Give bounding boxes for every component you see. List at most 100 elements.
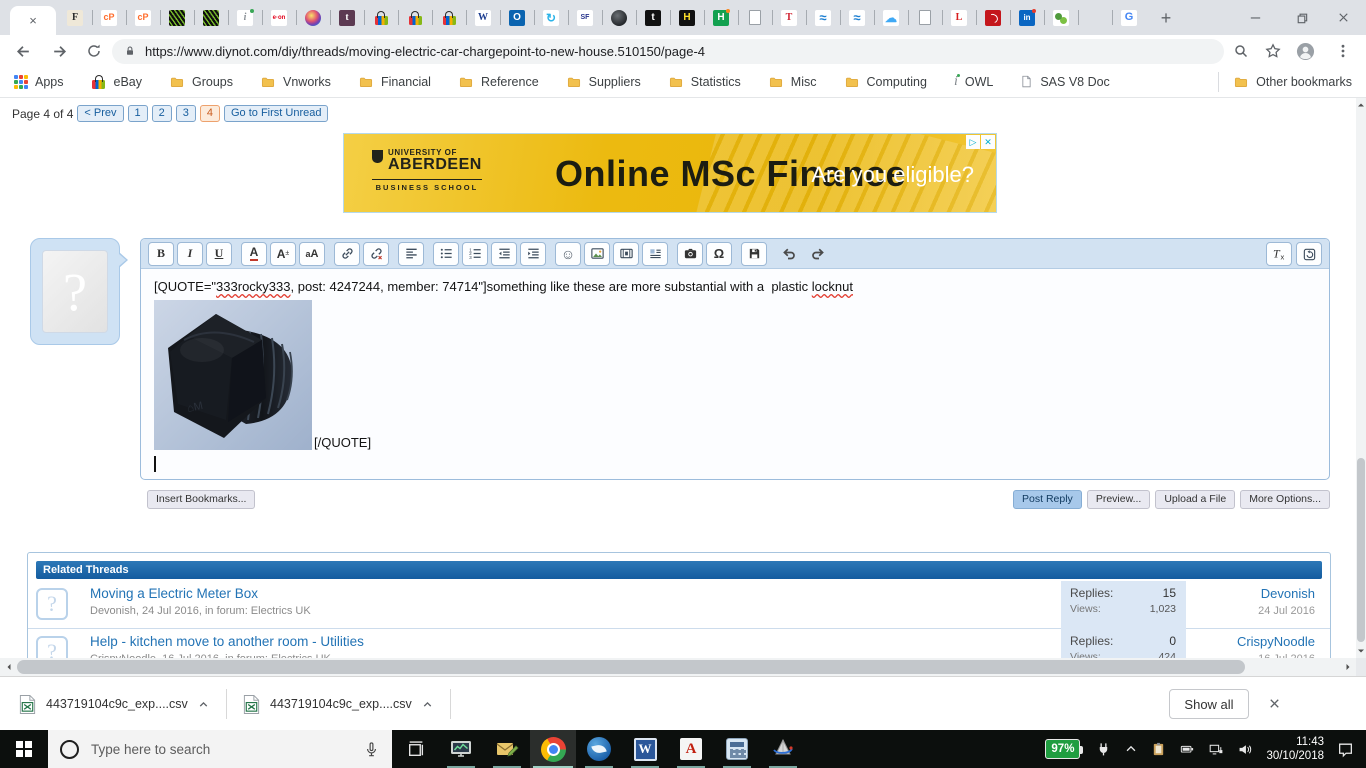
bookmark-apps[interactable]: Apps	[14, 75, 64, 89]
unordered-list-button[interactable]	[433, 242, 459, 266]
tab-linkedin[interactable]: in	[1010, 0, 1044, 35]
bookmark-statistics[interactable]: Statistics	[668, 75, 741, 89]
upload-a-file-button[interactable]: Upload a File	[1155, 490, 1235, 509]
power-plug-icon[interactable]	[1096, 742, 1111, 757]
bookmark-reference[interactable]: Reference	[458, 75, 539, 89]
insert-bookmarks-button[interactable]: Insert Bookmarks...	[147, 490, 255, 509]
scroll-down-arrow[interactable]	[1356, 644, 1366, 658]
undo-button[interactable]	[776, 242, 802, 266]
downloads-close-button[interactable]	[1267, 696, 1282, 711]
outdent-button[interactable]	[491, 242, 517, 266]
tab-cpanel-2[interactable]: cP	[126, 0, 160, 35]
tab-h-green[interactable]: H	[704, 0, 738, 35]
page-4-button-current[interactable]: 4	[200, 105, 220, 122]
tab-blue-waves-1[interactable]: ≈	[806, 0, 840, 35]
bookmark-financial[interactable]: Financial	[358, 75, 431, 89]
tab-sf-site[interactable]: SF	[568, 0, 602, 35]
bookmark-owl[interactable]: iOWL	[954, 74, 993, 90]
thread-title-link[interactable]: Moving a Electric Meter Box	[90, 586, 258, 601]
tab-h-yellow[interactable]: H	[670, 0, 704, 35]
redo-button[interactable]	[805, 242, 831, 266]
tab-serif-f-site[interactable]: F	[58, 0, 92, 35]
zoom-button[interactable]	[1230, 40, 1252, 62]
tab-cpanel-1[interactable]: cP	[92, 0, 126, 35]
related-thread-row[interactable]: ?Moving a Electric Meter BoxDevonish, 24…	[28, 581, 1330, 629]
scroll-up-arrow[interactable]	[1356, 98, 1366, 112]
last-poster-link[interactable]: Devonish	[1261, 586, 1315, 601]
image-button[interactable]	[584, 242, 610, 266]
show-all-downloads-button[interactable]: Show all	[1169, 689, 1249, 719]
related-thread-row[interactable]: ?Help - kitchen move to another room - U…	[28, 629, 1330, 658]
text-case-button[interactable]: aA	[299, 242, 325, 266]
tab-eon[interactable]: e·on	[262, 0, 296, 35]
taskbar-app-acrobat[interactable]: A	[668, 730, 714, 768]
tab-office-green-2[interactable]	[194, 0, 228, 35]
tab-ebay-bag-2[interactable]	[398, 0, 432, 35]
tab-blue-cloud[interactable]: ☁	[874, 0, 908, 35]
battery-icon[interactable]	[1179, 742, 1195, 756]
adchoices-icon[interactable]: ▷	[966, 135, 980, 149]
tab-italic-i-site[interactable]: i	[228, 0, 262, 35]
indent-button[interactable]	[520, 242, 546, 266]
bookmark-ebay[interactable]: eBay	[91, 74, 143, 90]
code-button[interactable]	[642, 242, 668, 266]
tab-ebay-bag-1[interactable]	[364, 0, 398, 35]
vertical-scrollbar[interactable]	[1356, 98, 1366, 658]
taskbar-app-system-monitor[interactable]	[438, 730, 484, 768]
tab-t-purple[interactable]: t	[330, 0, 364, 35]
smilies-button[interactable]: ☺	[555, 242, 581, 266]
editor-content[interactable]: [QUOTE="333rocky333, post: 4247244, memb…	[142, 270, 1328, 478]
reload-button[interactable]	[83, 40, 105, 62]
tab-ebay-bag-3[interactable]	[432, 0, 466, 35]
tab-w-blue[interactable]: W	[466, 0, 500, 35]
ad-banner[interactable]: UNIVERSITY OF ABERDEEN BUSINESS SCHOOL O…	[343, 133, 997, 213]
tab-sync-arrows[interactable]: ↻	[534, 0, 568, 35]
text-color-button[interactable]: A	[241, 242, 267, 266]
unlink-button[interactable]	[363, 242, 389, 266]
start-button[interactable]	[0, 730, 48, 768]
download-item[interactable]: 443719104c9c_exp....csv	[232, 690, 444, 718]
tab-tumblr[interactable]: t	[636, 0, 670, 35]
download-item[interactable]: 443719104c9c_exp....csv	[8, 690, 220, 718]
bbcode-toggle-button[interactable]	[1296, 242, 1322, 266]
page-3-button[interactable]: 3	[176, 105, 196, 122]
bookmark-suppliers[interactable]: Suppliers	[566, 75, 641, 89]
scroll-left-arrow[interactable]	[0, 658, 17, 676]
horizontal-scrollbar[interactable]	[0, 658, 1356, 676]
network-icon[interactable]	[1208, 742, 1224, 757]
drafts-button[interactable]	[741, 242, 767, 266]
more-options-button[interactable]: More Options...	[1240, 490, 1330, 509]
task-view-button[interactable]	[392, 730, 438, 768]
bookmark-misc[interactable]: Misc	[768, 75, 817, 89]
taskbar-app-mail-compose[interactable]	[484, 730, 530, 768]
italic-button[interactable]: I	[177, 242, 203, 266]
tab-l-red[interactable]: L	[942, 0, 976, 35]
current-user-avatar[interactable]: ?	[30, 238, 120, 345]
tab-green-gears[interactable]	[1044, 0, 1078, 35]
ordered-list-button[interactable]: 123	[462, 242, 488, 266]
clock[interactable]: 11:43 30/10/2018	[1266, 735, 1324, 763]
taskbar-app-thunderbird[interactable]	[576, 730, 622, 768]
page-1-button[interactable]: 1	[128, 105, 148, 122]
new-tab-button[interactable]: +	[1152, 6, 1180, 30]
tab-blue-waves-2[interactable]: ≈	[840, 0, 874, 35]
taskbar-app-word[interactable]: W	[622, 730, 668, 768]
gallery-embed-button[interactable]	[677, 242, 703, 266]
tab-office-green-1[interactable]	[160, 0, 194, 35]
battery-percentage-badge[interactable]: 97%	[1045, 739, 1080, 759]
special-chars-button[interactable]: Ω	[706, 242, 732, 266]
prev-page-button[interactable]: < Prev	[77, 105, 123, 122]
tab-blank-doc-1[interactable]	[738, 0, 772, 35]
profile-button[interactable]	[1294, 40, 1316, 62]
bookmark-star-button[interactable]	[1262, 40, 1284, 62]
tab-outlook[interactable]: O	[500, 0, 534, 35]
post-reply-button[interactable]: Post Reply	[1013, 490, 1082, 509]
bookmark-vnworks[interactable]: Vnworks	[260, 75, 331, 89]
taskbar-app-chrome[interactable]	[530, 730, 576, 768]
alignment-button[interactable]	[398, 242, 424, 266]
clipboard-icon[interactable]	[1151, 741, 1166, 757]
volume-icon[interactable]	[1237, 742, 1253, 757]
tab-dark-circle[interactable]	[602, 0, 636, 35]
link-button[interactable]	[334, 242, 360, 266]
menu-button[interactable]	[1332, 40, 1354, 62]
